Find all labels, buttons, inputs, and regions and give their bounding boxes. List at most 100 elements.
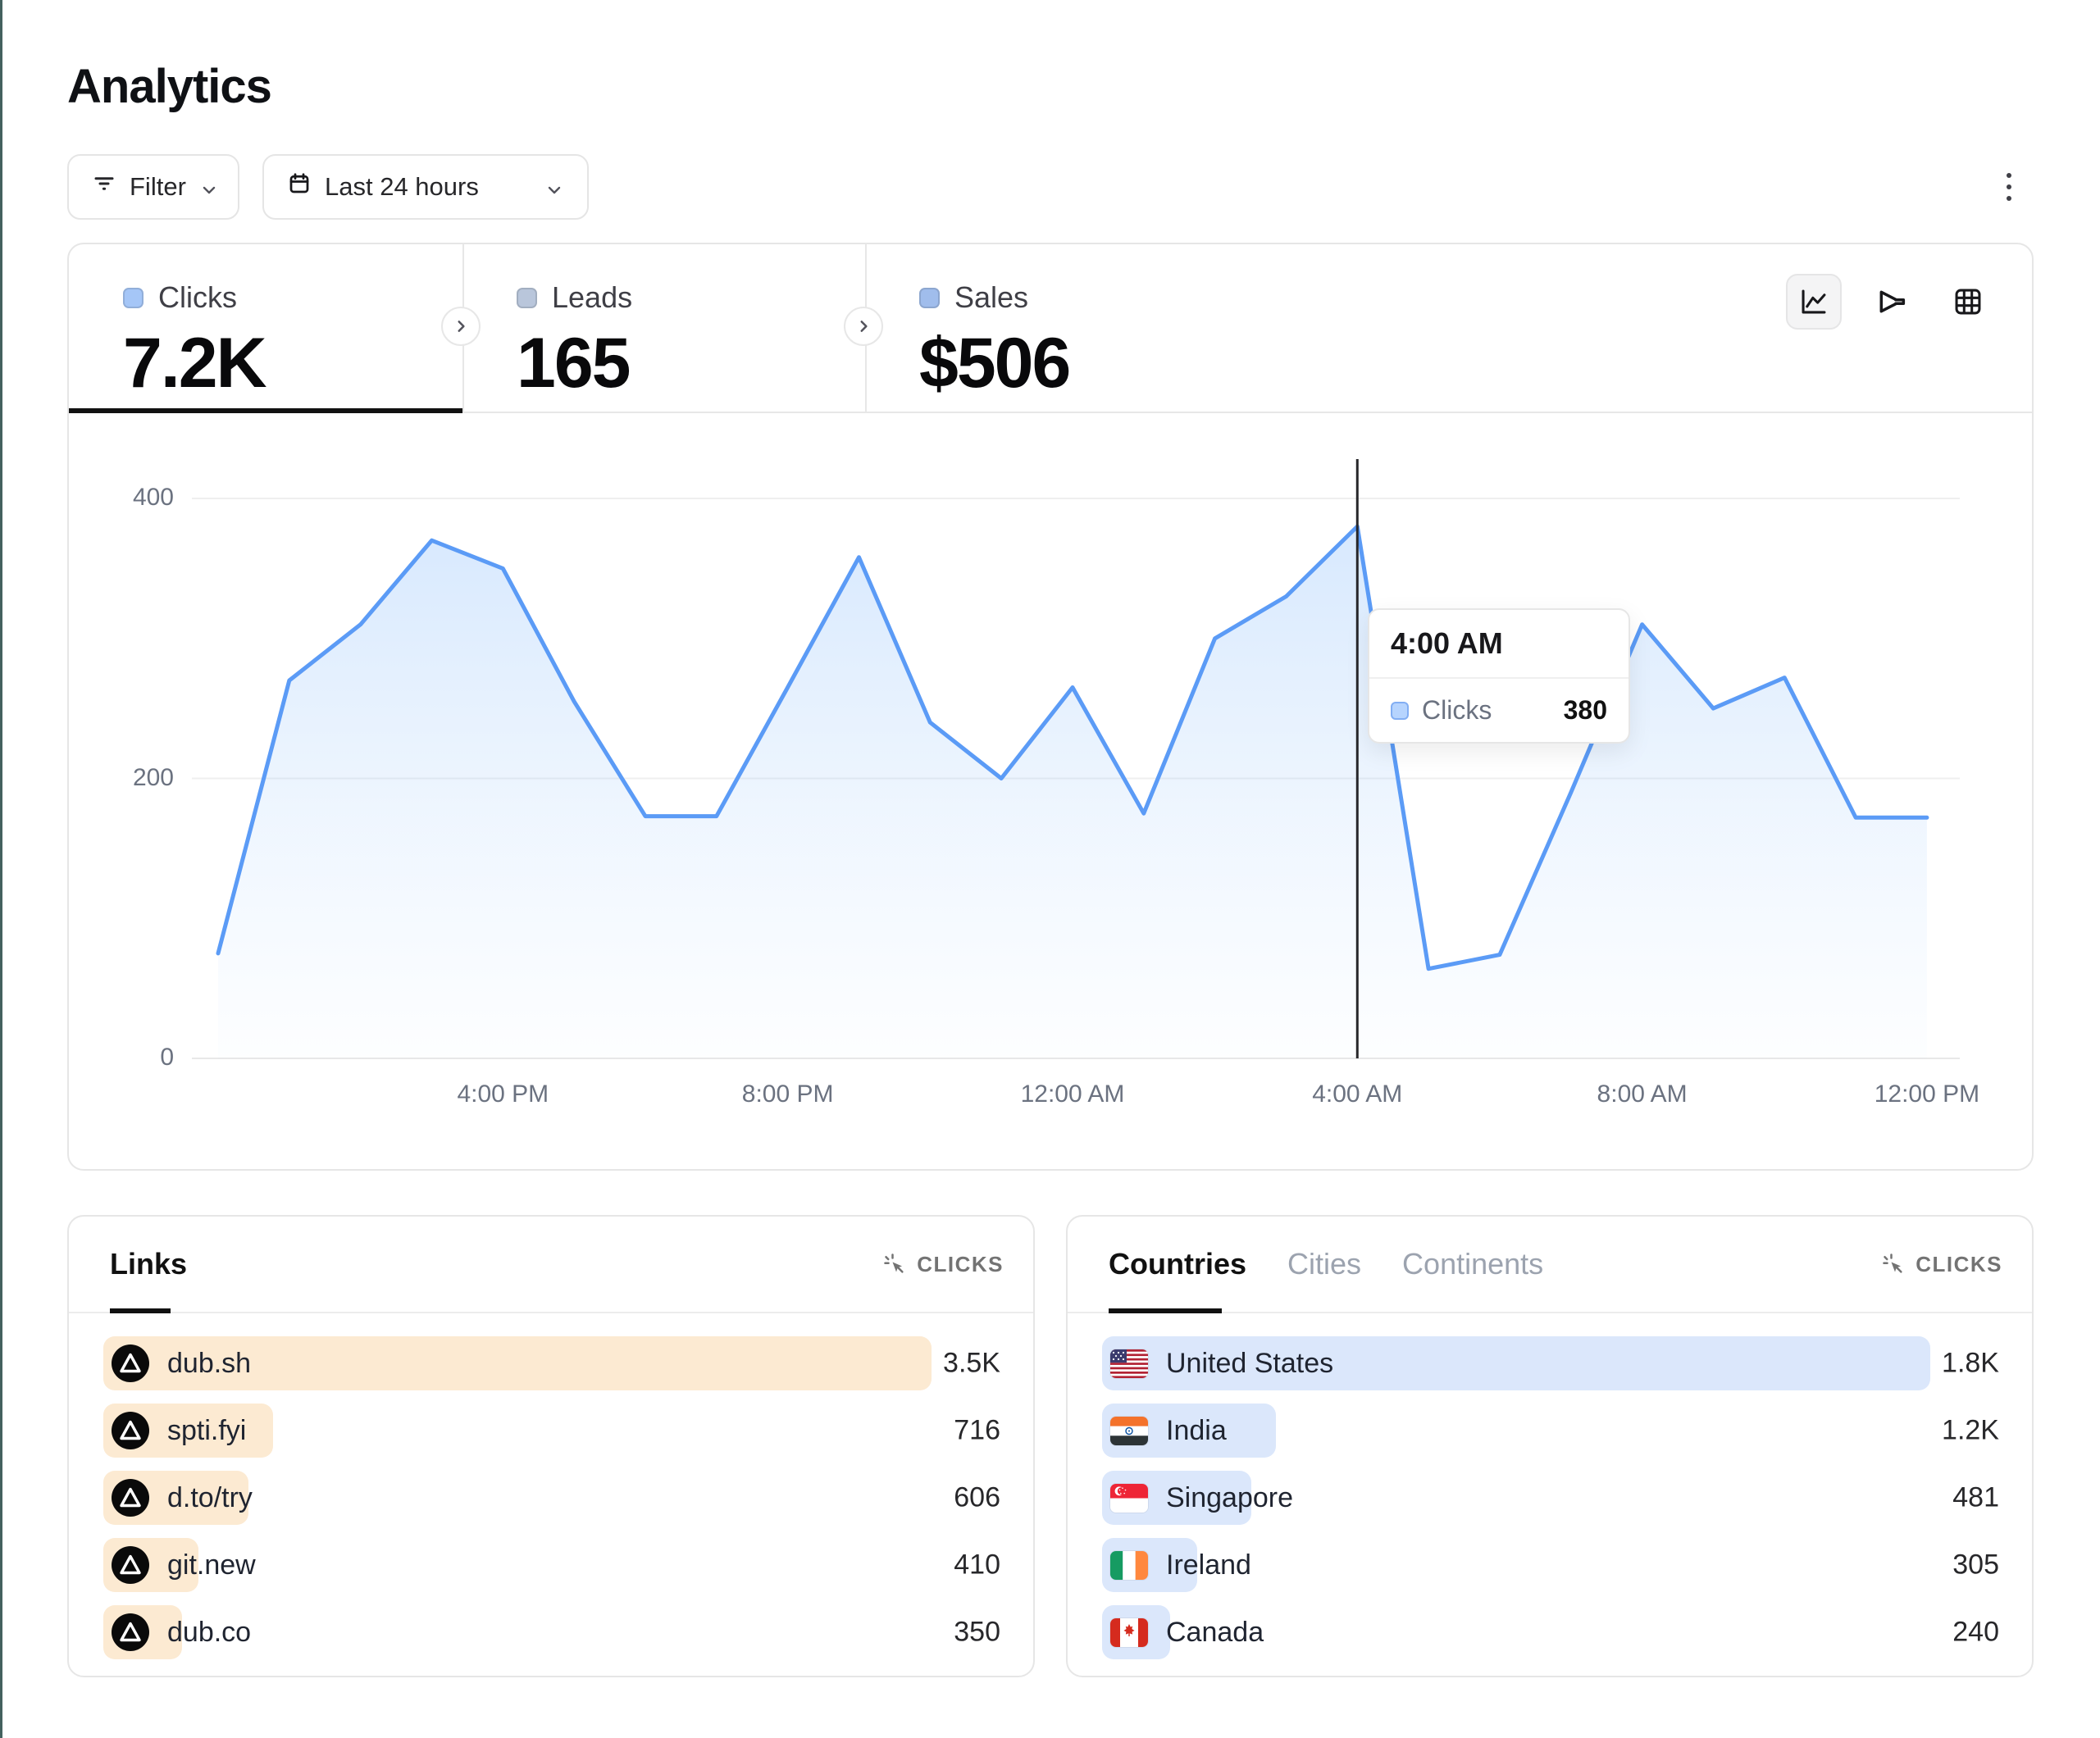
next-metric-chevron-button[interactable]: [844, 307, 883, 346]
tab-cities[interactable]: Cities: [1287, 1247, 1361, 1281]
metric-selector-clicks[interactable]: CLICKS: [1881, 1252, 2002, 1277]
x-axis-tick: 12:00 AM: [1021, 1081, 1125, 1108]
list-item[interactable]: spti.fyi716: [103, 1404, 1000, 1458]
flag-us-icon: [1110, 1344, 1148, 1382]
overflow-menu-button[interactable]: [1984, 154, 2034, 220]
dub-logo-icon: [112, 1479, 149, 1517]
row-value: 240: [1952, 1617, 1999, 1649]
date-range-label: Last 24 hours: [325, 172, 479, 202]
chart-area-fill: [218, 526, 1927, 1058]
links-list: dub.sh 3.5K spti.fyi716 d.to/try 606 git.new 4…: [69, 1313, 1033, 1659]
line-chart-view-button[interactable]: [1786, 274, 1842, 330]
tooltip-time: 4:00 AM: [1369, 610, 1629, 679]
row-label: Ireland: [1166, 1549, 1251, 1581]
table-view-button[interactable]: [1940, 274, 1996, 330]
list-item[interactable]: Singapore481: [1102, 1471, 1999, 1525]
page-edge-strip: [0, 0, 2, 1738]
x-axis-tick: 4:00 AM: [1312, 1081, 1402, 1108]
tooltip-series-label: Clicks: [1422, 695, 1551, 726]
chart-tooltip: 4:00 AM Clicks 380: [1368, 608, 1630, 744]
row-label: United States: [1166, 1348, 1333, 1380]
chart-view-switcher: [1786, 274, 1996, 330]
links-panel: Links CLICKS dub.sh 3.5K spti.fyi716 d.to/t…: [67, 1215, 1035, 1677]
calendar-icon: [287, 171, 312, 202]
list-item[interactable]: Ireland 305: [1102, 1538, 1999, 1592]
dub-logo-icon: [112, 1412, 149, 1449]
links-panel-header: Links CLICKS: [69, 1217, 1033, 1313]
metric-selector-clicks[interactable]: CLICKS: [882, 1252, 1004, 1277]
tab-sales[interactable]: Sales $506: [865, 244, 1291, 413]
row-label: India: [1166, 1415, 1227, 1447]
row-label: git.new: [167, 1549, 256, 1581]
y-axis-tick: 400: [67, 484, 174, 512]
stat-label: Clicks: [158, 280, 237, 315]
next-metric-chevron-button[interactable]: [441, 307, 481, 346]
clicks-swatch-icon: [123, 288, 143, 308]
row-value: 3.5K: [943, 1348, 1000, 1380]
tab-links[interactable]: Links: [110, 1247, 187, 1281]
stat-label: Leads: [552, 280, 632, 315]
x-axis-tick: 4:00 PM: [457, 1081, 549, 1108]
countries-list: United States 1.8K India 1.2K Singapore481 Ir…: [1068, 1313, 2032, 1659]
page-title: Analytics: [67, 59, 271, 114]
list-item[interactable]: dub.co 350: [103, 1605, 1000, 1659]
cursor-click-icon: [1881, 1252, 1906, 1276]
countries-panel: Countries Cities Continents CLICKS Unite…: [1066, 1215, 2034, 1677]
filter-button-label: Filter: [130, 172, 186, 202]
list-item[interactable]: United States 1.8K: [1102, 1336, 1999, 1390]
row-value: 481: [1952, 1482, 1999, 1514]
flag-ie-icon: [1110, 1546, 1148, 1584]
cursor-click-icon: [882, 1252, 907, 1276]
leads-swatch-icon: [517, 288, 537, 308]
chevron-down-icon: [544, 177, 564, 197]
x-axis-tick: 8:00 PM: [742, 1081, 834, 1108]
funnel-view-button[interactable]: [1863, 274, 1919, 330]
row-value: 350: [954, 1617, 1000, 1649]
filter-button[interactable]: Filter: [67, 154, 239, 220]
dub-logo-icon: [112, 1344, 149, 1382]
row-value: 1.8K: [1942, 1348, 1999, 1380]
dub-logo-icon: [112, 1613, 149, 1651]
leads-value: 165: [517, 323, 865, 404]
flag-sg-icon: [1110, 1479, 1148, 1517]
countries-panel-header: Countries Cities Continents CLICKS: [1068, 1217, 2032, 1313]
flag-in-icon: [1110, 1412, 1148, 1449]
x-axis-tick: 8:00 AM: [1597, 1081, 1688, 1108]
tab-clicks[interactable]: Clicks 7.2K: [69, 244, 462, 413]
sales-value: $506: [919, 323, 1291, 404]
chevron-down-icon: [199, 177, 219, 197]
row-label: d.to/try: [167, 1482, 253, 1514]
kebab-menu-icon: [2007, 170, 2011, 204]
x-axis-tick: 12:00 PM: [1875, 1081, 1979, 1108]
tab-countries[interactable]: Countries: [1109, 1247, 1246, 1281]
stat-label: Sales: [954, 280, 1028, 315]
clicks-area-chart[interactable]: [67, 447, 2034, 1103]
row-value: 305: [1952, 1549, 1999, 1581]
list-item[interactable]: dub.sh 3.5K: [103, 1336, 1000, 1390]
active-tab-underline: [110, 1308, 171, 1313]
sales-swatch-icon: [919, 288, 940, 308]
list-item[interactable]: Canada 240: [1102, 1605, 1999, 1659]
y-axis-tick: 0: [67, 1044, 174, 1071]
flag-ca-icon: [1110, 1613, 1148, 1651]
dub-logo-icon: [112, 1546, 149, 1584]
row-value: 1.2K: [1942, 1415, 1999, 1447]
row-value: 410: [954, 1549, 1000, 1581]
list-item[interactable]: d.to/try 606: [103, 1471, 1000, 1525]
row-label: dub.co: [167, 1617, 251, 1649]
list-item[interactable]: India 1.2K: [1102, 1404, 1999, 1458]
filter-icon: [92, 171, 116, 202]
tab-leads[interactable]: Leads 165: [462, 244, 865, 413]
clicks-swatch-icon: [1391, 702, 1409, 720]
tab-continents[interactable]: Continents: [1402, 1247, 1543, 1281]
date-range-button[interactable]: Last 24 hours: [262, 154, 589, 220]
metric-label: CLICKS: [917, 1252, 1004, 1277]
tooltip-value: 380: [1564, 695, 1607, 726]
list-item[interactable]: git.new 410: [103, 1538, 1000, 1592]
row-label: Canada: [1166, 1617, 1264, 1649]
active-tab-underline: [69, 408, 462, 413]
row-label: dub.sh: [167, 1348, 251, 1380]
row-label: spti.fyi: [167, 1415, 246, 1447]
row-value: 606: [954, 1482, 1000, 1514]
y-axis-tick: 200: [67, 764, 174, 792]
